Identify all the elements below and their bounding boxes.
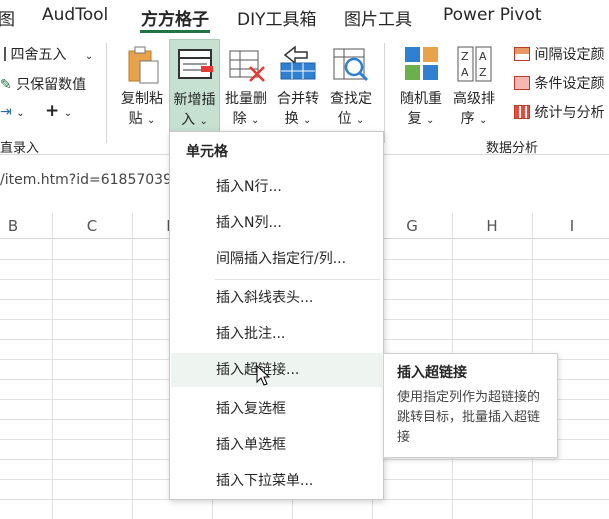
advanced-sort-label1: 高级排 xyxy=(453,91,495,107)
grid-icon xyxy=(0,47,6,61)
merge-convert-label2: 换 ⌄ xyxy=(284,111,312,127)
conditional-color-label: 条件设定颜 xyxy=(534,76,605,92)
mouse-cursor-icon xyxy=(256,365,270,386)
find-locate-button[interactable]: 查找定 位 ⌄ xyxy=(325,39,377,133)
stats-icon xyxy=(514,105,530,119)
tab-image-tools[interactable]: 图片工具 xyxy=(344,5,412,30)
round-button[interactable]: 四舍五入 ⌄ xyxy=(0,44,93,64)
chevron-down-icon: ⌄ xyxy=(199,116,208,127)
svg-text:Z: Z xyxy=(479,66,487,79)
delete-cells-icon xyxy=(229,50,265,82)
group-label-data-analysis: 数据分析 xyxy=(486,141,539,156)
merge-convert-button[interactable]: 合并转 换 ⌄ xyxy=(273,39,323,133)
edit-icon: ✎ xyxy=(0,77,12,93)
menu-item-insert-hyperlink[interactable]: 插入超链接... xyxy=(171,353,382,387)
tab-partial[interactable]: 图 xyxy=(0,5,15,30)
svg-text:Z: Z xyxy=(461,50,469,63)
chevron-down-icon: ⌄ xyxy=(303,115,312,126)
find-locate-label1: 查找定 xyxy=(330,91,372,107)
tooltip-title: 插入超链接 xyxy=(397,365,467,381)
batch-delete-label2: 除 ⌄ xyxy=(232,111,260,127)
insert-button[interactable]: 新增插 入 ⌄ xyxy=(169,39,220,133)
formula-bar[interactable]: /item.htm?id=61857039 xyxy=(0,172,172,196)
svg-text:A: A xyxy=(461,66,469,79)
column-header-g[interactable]: G xyxy=(372,217,452,235)
chevron-down-icon: ⌄ xyxy=(251,115,260,126)
column-header-c[interactable]: C xyxy=(52,217,132,235)
batch-delete-label1: 批量删 xyxy=(225,91,267,107)
random-repeat-label2: 复 ⌄ xyxy=(407,111,435,127)
insert-row-icon: ⇥ xyxy=(0,104,12,120)
interval-color-icon xyxy=(514,47,530,61)
tab-power-pivot[interactable]: Power Pivot xyxy=(443,5,542,25)
menu-item-insert-diagonal-header[interactable]: 插入斜线表头... xyxy=(171,281,382,315)
copy-paste-label2: 贴 ⌄ xyxy=(128,111,156,127)
interval-color-button[interactable]: 间隔设定颜 xyxy=(514,44,604,64)
chevron-down-icon: ⌄ xyxy=(356,115,365,126)
stats-analysis-button[interactable]: 统计与分析 xyxy=(514,102,604,122)
hyperlink-tooltip: 插入超链接 使用指定列作为超链接的跳转目标，批量插入超链接 xyxy=(383,353,558,458)
menu-section-title: 单元格 xyxy=(186,144,228,160)
copy-paste-button[interactable]: 复制粘 贴 ⌄ xyxy=(116,39,168,133)
menu-item-insert-n-cols[interactable]: 插入N列... xyxy=(171,206,382,240)
find-locate-label2: 位 ⌄ xyxy=(337,111,365,127)
conditional-color-button[interactable]: 条件设定颜 xyxy=(514,73,604,93)
menu-item-insert-radio[interactable]: 插入单选框 xyxy=(171,428,382,462)
tab-diy-toolbox[interactable]: DIY工具箱 xyxy=(237,5,317,30)
tab-fangfang[interactable]: 方方格子 xyxy=(141,5,209,30)
column-header-i[interactable]: I xyxy=(532,217,609,235)
menu-separator xyxy=(215,279,380,280)
chevron-down-icon: ⌄ xyxy=(63,108,73,119)
chevron-down-icon: ⌄ xyxy=(479,115,488,126)
chevron-down-icon: ⌄ xyxy=(16,108,25,119)
chevron-down-icon: ⌄ xyxy=(147,115,156,126)
interval-color-label: 间隔设定颜 xyxy=(534,47,605,63)
svg-text:A: A xyxy=(479,50,487,63)
clipboard-icon xyxy=(128,46,159,84)
random-tiles-icon xyxy=(405,47,438,80)
conditional-color-icon xyxy=(514,76,530,90)
keep-values-label: 只保留数值 xyxy=(16,77,87,93)
advanced-sort-button[interactable]: Z A A Z 高级排 序 ⌄ xyxy=(448,39,500,133)
group-separator xyxy=(384,43,385,143)
column-header-h[interactable]: H xyxy=(452,217,532,235)
stats-analysis-label: 统计与分析 xyxy=(534,105,605,121)
random-repeat-label1: 随机重 xyxy=(400,91,442,107)
menu-item-insert-n-rows[interactable]: 插入N行... xyxy=(171,170,382,204)
column-header-b[interactable]: B xyxy=(0,217,53,235)
menu-item-insert-dropdown[interactable]: 插入下拉菜单... xyxy=(171,464,382,498)
menu-item-insert-checkbox[interactable]: 插入复选框 xyxy=(171,392,382,426)
group-label-entry: 直录入 xyxy=(0,141,40,156)
chevron-down-icon: ⌄ xyxy=(84,51,94,62)
round-label: 四舍五入 xyxy=(10,47,67,63)
merge-convert-label1: 合并转 xyxy=(277,91,319,107)
chevron-down-icon: ⌄ xyxy=(426,115,435,126)
left-more-button[interactable]: ⇥ ⌄ + ⌄ xyxy=(0,101,72,121)
menu-item-interval-insert[interactable]: 间隔插入指定行/列... xyxy=(171,242,382,276)
plus-icon: + xyxy=(45,101,60,121)
merge-icon xyxy=(280,45,316,80)
group-separator xyxy=(106,43,107,143)
insert-dropdown-menu: 单元格 插入N行... 插入N列... 间隔插入指定行/列... 插入斜线表头.… xyxy=(169,131,384,500)
menu-item-insert-comment[interactable]: 插入批注... xyxy=(171,317,382,351)
insert-label2: 入 ⌄ xyxy=(181,112,208,128)
insert-label1: 新增插 xyxy=(173,92,216,108)
advanced-sort-label2: 序 ⌄ xyxy=(460,111,488,127)
insert-table-icon xyxy=(178,49,213,79)
find-icon xyxy=(333,48,369,82)
random-repeat-button[interactable]: 随机重 复 ⌄ xyxy=(395,39,447,133)
batch-delete-button[interactable]: 批量删 除 ⌄ xyxy=(221,39,271,133)
sort-az-icon: Z A A Z xyxy=(457,46,492,82)
tooltip-body: 使用指定列作为超链接的跳转目标，批量插入超链接 xyxy=(397,390,541,445)
copy-paste-label1: 复制粘 xyxy=(121,91,163,107)
ribbon-tab-bar: 图 AudTool 方方格子 DIY工具箱 图片工具 Power Pivot xyxy=(0,0,609,33)
tab-audtool[interactable]: AudTool xyxy=(42,5,108,25)
keep-values-button[interactable]: ✎ 只保留数值 xyxy=(0,74,86,94)
